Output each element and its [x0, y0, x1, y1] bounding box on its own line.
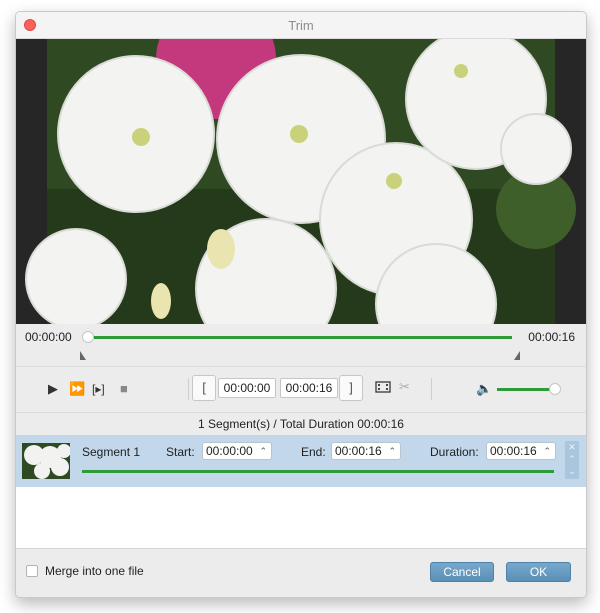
- trim-window: Trim 00:00:00 00:00:16 ▶ ⏩ [▸] ■ [00:00…: [15, 11, 587, 598]
- merge-checkbox[interactable]: [26, 565, 38, 577]
- duration-label: Duration:: [430, 445, 479, 459]
- segment-row[interactable]: Segment 1 Start: 00:00:00 ⌃ End: 00:00:1…: [16, 435, 586, 487]
- volume-knob[interactable]: [549, 383, 561, 395]
- segment-start-value: 00:00:00: [206, 444, 253, 458]
- segment-list: Segment 1 Start: 00:00:00 ⌃ End: 00:00:1…: [16, 435, 586, 548]
- volume-icon[interactable]: 🔈: [476, 381, 492, 397]
- playback-controls: ▶ ⏩ [▸] ■ [ 00:00:00 00:00:16 ] ✂ 🔈: [16, 366, 586, 413]
- stepper-arrows-icon[interactable]: ⌃: [388, 443, 396, 459]
- segment-end-stepper[interactable]: 00:00:16 ⌃: [331, 442, 401, 460]
- stepper-arrows-icon[interactable]: ⌃: [543, 443, 551, 459]
- fast-forward-icon[interactable]: ⏩: [69, 381, 85, 397]
- start-time-field[interactable]: 00:00:00: [218, 378, 276, 398]
- segment-summary: 1 Segment(s) / Total Duration 00:00:16: [16, 412, 586, 436]
- set-start-bracket-icon[interactable]: [: [192, 375, 216, 401]
- trim-end-marker[interactable]: [514, 351, 520, 360]
- move-up-icon[interactable]: ⌃: [565, 453, 579, 465]
- remove-segment-icon[interactable]: ✕: [565, 441, 579, 453]
- end-label: End:: [301, 445, 326, 459]
- segment-tools: ✕ ⌃ ⌄: [565, 441, 579, 479]
- play-icon[interactable]: ▶: [48, 381, 58, 397]
- video-preview: [16, 39, 586, 324]
- timeline-track[interactable]: [94, 336, 512, 339]
- cancel-button[interactable]: Cancel: [430, 562, 494, 582]
- volume-slider[interactable]: [497, 388, 553, 391]
- segment-thumbnail: [22, 443, 70, 479]
- dialog-footer: Merge into one file Cancel OK: [16, 548, 586, 597]
- trim-start-marker[interactable]: [80, 351, 86, 360]
- segment-end-value: 00:00:16: [335, 444, 382, 458]
- timeline-start-time: 00:00:00: [25, 330, 72, 344]
- window-title: Trim: [288, 18, 314, 33]
- segment-duration-stepper[interactable]: 00:00:16 ⌃: [486, 442, 556, 460]
- set-end-bracket-icon[interactable]: ]: [339, 375, 363, 401]
- play-selection-icon[interactable]: [▸]: [92, 381, 105, 397]
- add-segment-icon[interactable]: [375, 379, 391, 399]
- separator: [188, 378, 189, 400]
- move-down-icon[interactable]: ⌄: [565, 465, 579, 477]
- merge-label[interactable]: Merge into one file: [45, 564, 144, 578]
- stepper-arrows-icon[interactable]: ⌃: [259, 443, 267, 459]
- start-label: Start:: [166, 445, 195, 459]
- ok-button[interactable]: OK: [506, 562, 571, 582]
- segment-duration-value: 00:00:16: [490, 444, 537, 458]
- segment-start-stepper[interactable]: 00:00:00 ⌃: [202, 442, 272, 460]
- segment-progress-bar: [82, 470, 554, 473]
- playhead-knob[interactable]: [82, 331, 94, 343]
- segment-name: Segment 1: [82, 445, 141, 459]
- video-frame-flowers: [16, 39, 586, 324]
- timeline-end-time: 00:00:16: [528, 330, 575, 344]
- stop-icon[interactable]: ■: [120, 381, 128, 397]
- end-time-field[interactable]: 00:00:16: [280, 378, 338, 398]
- separator: [431, 378, 432, 400]
- split-scissors-icon[interactable]: ✂: [399, 379, 410, 395]
- timeline: 00:00:00 00:00:16: [16, 324, 586, 366]
- title-bar: Trim: [16, 12, 586, 39]
